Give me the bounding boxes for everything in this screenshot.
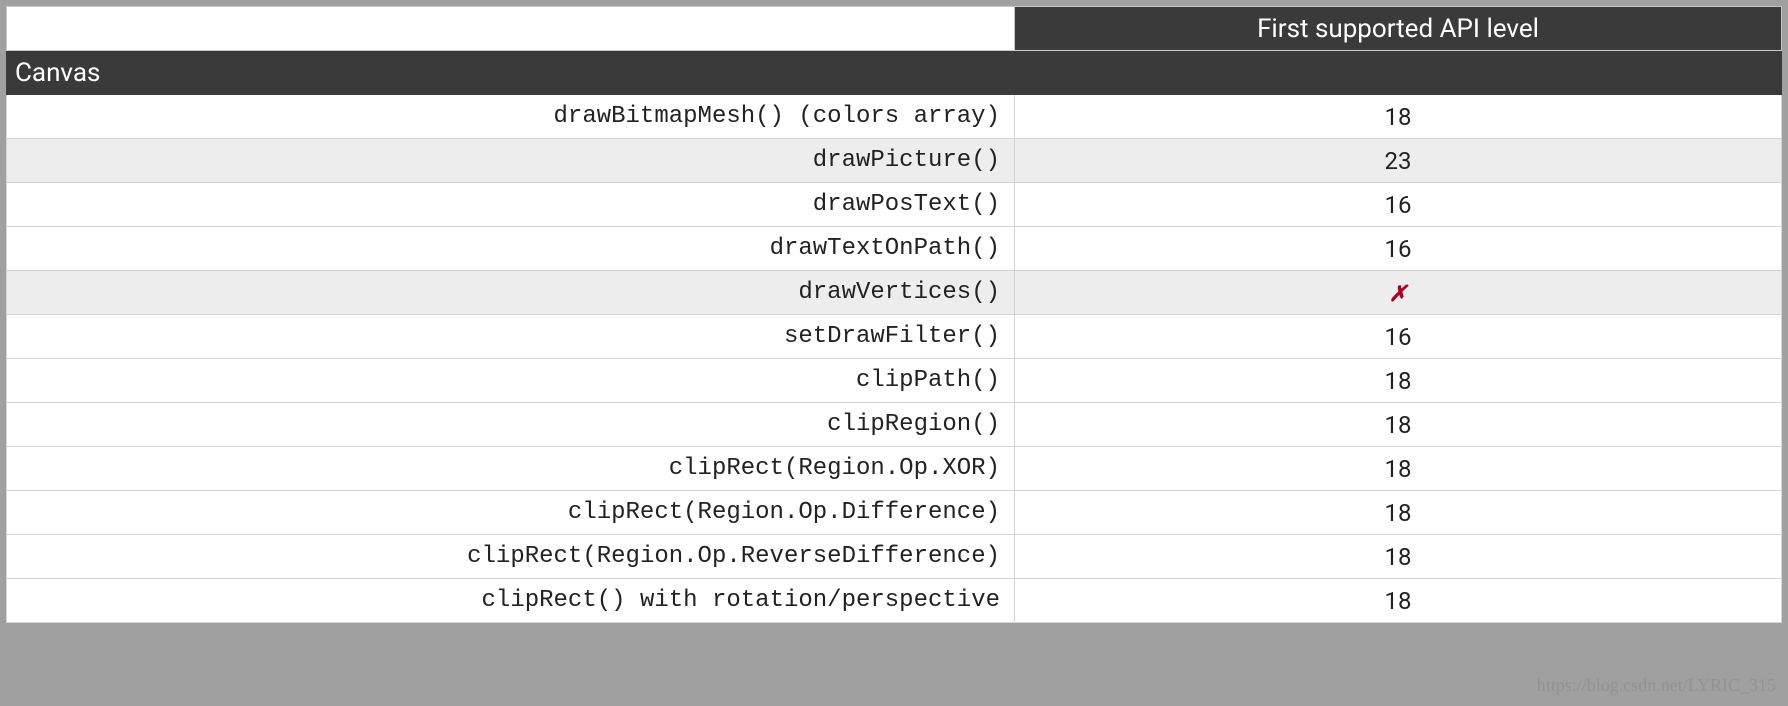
table-row: drawPicture() 23 xyxy=(7,139,1782,183)
method-cell: clipRect() with rotation/perspective xyxy=(7,579,1015,623)
method-cell: clipRect(Region.Op.ReverseDifference) xyxy=(7,535,1015,579)
header-api-cell: First supported API level xyxy=(1015,7,1782,51)
api-level-value: 18 xyxy=(1385,543,1412,571)
section-title: Canvas xyxy=(7,51,1782,95)
table-row: clipRect(Region.Op.ReverseDifference) 18 xyxy=(7,535,1782,579)
method-cell: clipRect(Region.Op.XOR) xyxy=(7,447,1015,491)
table-row: clipRect() with rotation/perspective 18 xyxy=(7,579,1782,623)
method-cell: drawPicture() xyxy=(7,139,1015,183)
api-level-value: 18 xyxy=(1385,367,1412,395)
table-row: clipRect(Region.Op.Difference) 18 xyxy=(7,491,1782,535)
api-level-cell: 23 xyxy=(1015,139,1782,183)
table-row: drawPosText() 16 xyxy=(7,183,1782,227)
method-cell: setDrawFilter() xyxy=(7,315,1015,359)
api-level-cell: ✗ xyxy=(1015,271,1782,315)
api-level-value: 18 xyxy=(1385,587,1412,615)
method-cell: drawPosText() xyxy=(7,183,1015,227)
api-level-cell: 16 xyxy=(1015,183,1782,227)
api-level-cell: 18 xyxy=(1015,403,1782,447)
api-level-cell: 18 xyxy=(1015,491,1782,535)
table-row: drawVertices() ✗ xyxy=(7,271,1782,315)
api-level-cell: 18 xyxy=(1015,579,1782,623)
method-cell: clipRegion() xyxy=(7,403,1015,447)
api-level-value: 23 xyxy=(1385,147,1412,175)
api-level-cell: 16 xyxy=(1015,227,1782,271)
api-level-cell: 18 xyxy=(1015,359,1782,403)
api-level-value: 18 xyxy=(1385,103,1412,131)
watermark-text: https://blog.csdn.net/LYRIC_315 xyxy=(1537,675,1776,696)
method-cell: drawTextOnPath() xyxy=(7,227,1015,271)
method-cell: drawBitmapMesh() (colors array) xyxy=(7,95,1015,139)
api-support-table: First supported API level Canvas drawBit… xyxy=(6,6,1782,623)
section-row-canvas: Canvas xyxy=(7,51,1782,95)
method-cell: clipRect(Region.Op.Difference) xyxy=(7,491,1015,535)
table-row: clipRect(Region.Op.XOR) 18 xyxy=(7,447,1782,491)
api-level-value: 18 xyxy=(1385,499,1412,527)
api-level-cell: 18 xyxy=(1015,95,1782,139)
api-level-cell: 16 xyxy=(1015,315,1782,359)
api-level-cell: 18 xyxy=(1015,447,1782,491)
api-level-value: 18 xyxy=(1385,455,1412,483)
table-row: clipPath() 18 xyxy=(7,359,1782,403)
table-row: drawTextOnPath() 16 xyxy=(7,227,1782,271)
table-row: drawBitmapMesh() (colors array) 18 xyxy=(7,95,1782,139)
api-level-cell: 18 xyxy=(1015,535,1782,579)
header-method-cell xyxy=(7,7,1015,51)
method-cell: drawVertices() xyxy=(7,271,1015,315)
unsupported-icon: ✗ xyxy=(1389,282,1407,307)
table-body: First supported API level Canvas drawBit… xyxy=(7,7,1782,623)
method-cell: clipPath() xyxy=(7,359,1015,403)
api-level-value: 16 xyxy=(1385,191,1412,219)
api-level-value: 16 xyxy=(1385,323,1412,351)
table-header-row: First supported API level xyxy=(7,7,1782,51)
table-row: clipRegion() 18 xyxy=(7,403,1782,447)
api-level-value: 18 xyxy=(1385,411,1412,439)
table-row: setDrawFilter() 16 xyxy=(7,315,1782,359)
api-level-value: 16 xyxy=(1385,235,1412,263)
